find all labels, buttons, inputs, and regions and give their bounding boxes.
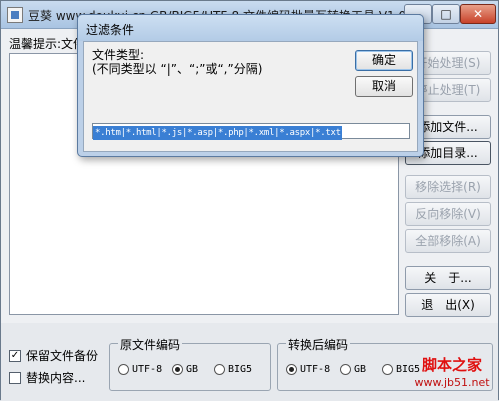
watermark-title: 脚本之家 [421, 356, 482, 374]
remove-selected-button[interactable]: 移除选择(R) [405, 175, 491, 199]
source-gb-radio[interactable]: GB [172, 364, 198, 375]
backup-option[interactable]: ✓ 保留文件备份 [9, 347, 98, 364]
target-utf8-label: UTF-8 [300, 364, 331, 375]
source-big5-dot[interactable] [214, 364, 225, 375]
dialog-body: 文件类型: (不同类型以 “|”、“;”或“,”分隔) 确定 取消 *.htm|… [83, 41, 418, 152]
file-type-label-line2: (不同类型以 “|”、“;”或“,”分隔) [92, 62, 263, 76]
dialog-title: 过滤条件 [86, 23, 135, 37]
target-utf8-radio[interactable]: UTF-8 [286, 364, 330, 375]
maximize-button[interactable]: □ [432, 4, 460, 24]
target-gb-dot[interactable] [340, 364, 351, 375]
hint-label: 温馨提示:文件 [9, 37, 86, 51]
site-watermark: 脚本之家 www.jb51.net [406, 356, 498, 400]
reverse-remove-button[interactable]: 反向移除(V) [405, 202, 491, 226]
file-type-label-line1: 文件类型: [92, 48, 145, 62]
replace-checkbox[interactable] [9, 371, 21, 384]
replace-option[interactable]: 替换内容... [9, 369, 85, 386]
target-gb-radio[interactable]: GB [340, 364, 366, 375]
source-gb-label: GB [186, 364, 199, 375]
cancel-button[interactable]: 取消 [355, 76, 413, 97]
target-gb-label: GB [354, 364, 367, 375]
close-button[interactable]: ✕ [460, 4, 496, 24]
source-utf8-radio[interactable]: UTF-8 [118, 364, 162, 375]
watermark-url: www.jb51.net [414, 376, 490, 389]
backup-label: 保留文件备份 [26, 349, 99, 363]
replace-label: 替换内容... [26, 371, 86, 385]
dialog-titlebar[interactable]: 过滤条件 [78, 15, 423, 41]
ok-button[interactable]: 确定 [355, 50, 413, 71]
exit-button[interactable]: 退 出(X) [405, 293, 491, 317]
source-utf8-label: UTF-8 [132, 364, 163, 375]
source-encoding-title: 原文件编码 [118, 336, 183, 353]
app-icon [7, 7, 23, 23]
filter-input[interactable]: *.htm|*.html|*.js|*.asp|*.php|*.xml|*.as… [92, 123, 410, 140]
filter-dialog: 过滤条件 文件类型: (不同类型以 “|”、“;”或“,”分隔) 确定 取消 *… [77, 14, 424, 157]
source-encoding-group: 原文件编码 UTF-8 GB BIG5 [109, 336, 271, 391]
target-big5-dot[interactable] [382, 364, 393, 375]
source-big5-label: BIG5 [228, 364, 253, 375]
target-utf8-dot[interactable] [286, 364, 297, 375]
about-button[interactable]: 关 于... [405, 266, 491, 290]
source-big5-radio[interactable]: BIG5 [214, 364, 252, 375]
target-encoding-title: 转换后编码 [286, 336, 351, 353]
source-gb-dot[interactable] [172, 364, 183, 375]
source-utf8-dot[interactable] [118, 364, 129, 375]
file-type-label: 文件类型: (不同类型以 “|”、“;”或“,”分隔) [92, 48, 262, 76]
backup-checkbox[interactable]: ✓ [9, 349, 21, 362]
remove-all-button[interactable]: 全部移除(A) [405, 229, 491, 253]
filter-input-value: *.htm|*.html|*.js|*.asp|*.php|*.xml|*.as… [93, 126, 342, 140]
